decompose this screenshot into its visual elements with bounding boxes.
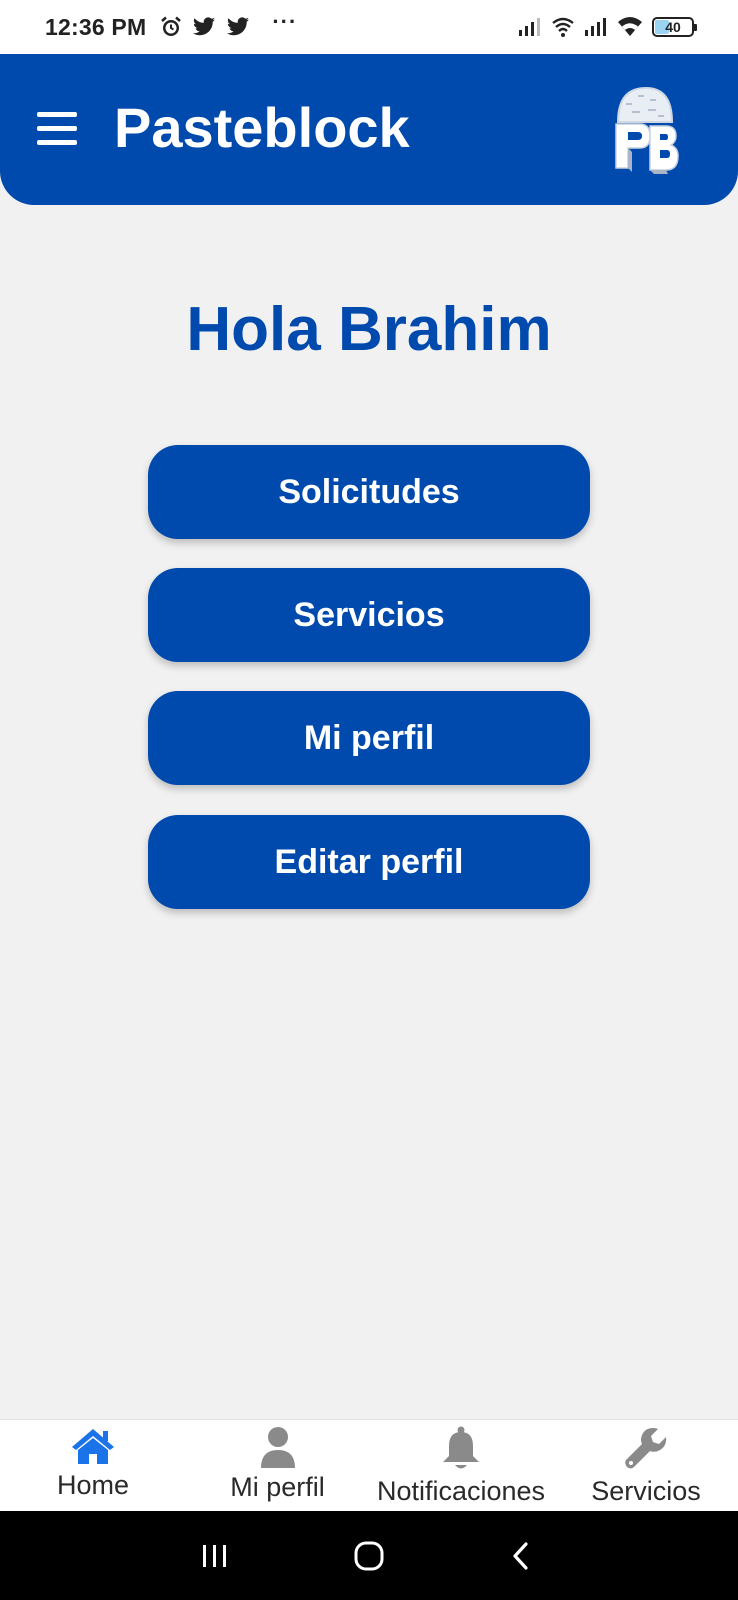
wifi-calling-icon [552,17,574,37]
nav-item-home[interactable]: Home [48,1420,138,1512]
recents-button[interactable] [180,1511,250,1600]
recents-icon [203,1544,226,1567]
nav-label-home: Home [56,1470,130,1500]
back-button[interactable] [486,1511,556,1600]
nav-label-mi-perfil: Mi perfil [230,1472,325,1502]
solicitudes-button[interactable]: Solicitudes [148,445,590,539]
twitter-icon [193,17,216,36]
twitter-icon [227,17,250,36]
user-icon [260,1427,295,1468]
home-icon [72,1429,114,1464]
home-circle-icon [354,1541,384,1570]
servicios-button[interactable]: Servicios [148,568,590,662]
system-navigation-bar [0,1511,738,1600]
back-icon [513,1541,528,1570]
status-system-icons: 40 [518,16,697,38]
app-title: Pasteblock [114,96,410,159]
status-notification-icons: ··· [160,9,297,40]
nav-label-servicios: Servicios [591,1476,701,1506]
app-header: Pasteblock [0,54,738,205]
battery-icon: 40 [652,17,697,37]
mi-perfil-button[interactable]: Mi perfil [148,691,590,785]
more-notifications-icon: ··· [272,9,298,34]
editar-perfil-button[interactable]: Editar perfil [148,815,590,909]
home-system-button[interactable] [334,1511,404,1600]
nav-item-servicios[interactable]: Servicios [585,1420,707,1512]
nav-item-notificaciones[interactable]: Notificaciones [368,1420,554,1512]
status-bar: 12:36 PM ··· 40 [0,0,738,54]
wrench-icon [625,1428,667,1469]
nav-label-notificaciones: Notificaciones [376,1476,546,1506]
status-time: 12:36 PM [45,13,147,40]
hamburger-menu-icon[interactable] [37,112,77,146]
nav-item-mi-perfil[interactable]: Mi perfil [220,1420,335,1512]
wifi-icon [618,17,642,36]
alarm-icon [161,16,182,36]
bottom-navigation: Home Mi perfil Notificaciones Servicios [0,1419,738,1511]
battery-level: 40 [665,19,681,35]
greeting-heading: Hola Brahim [186,295,552,364]
pasteblock-logo [615,86,679,174]
bell-icon [443,1426,479,1469]
signal-icon [585,18,606,36]
signal-icon [519,18,540,36]
